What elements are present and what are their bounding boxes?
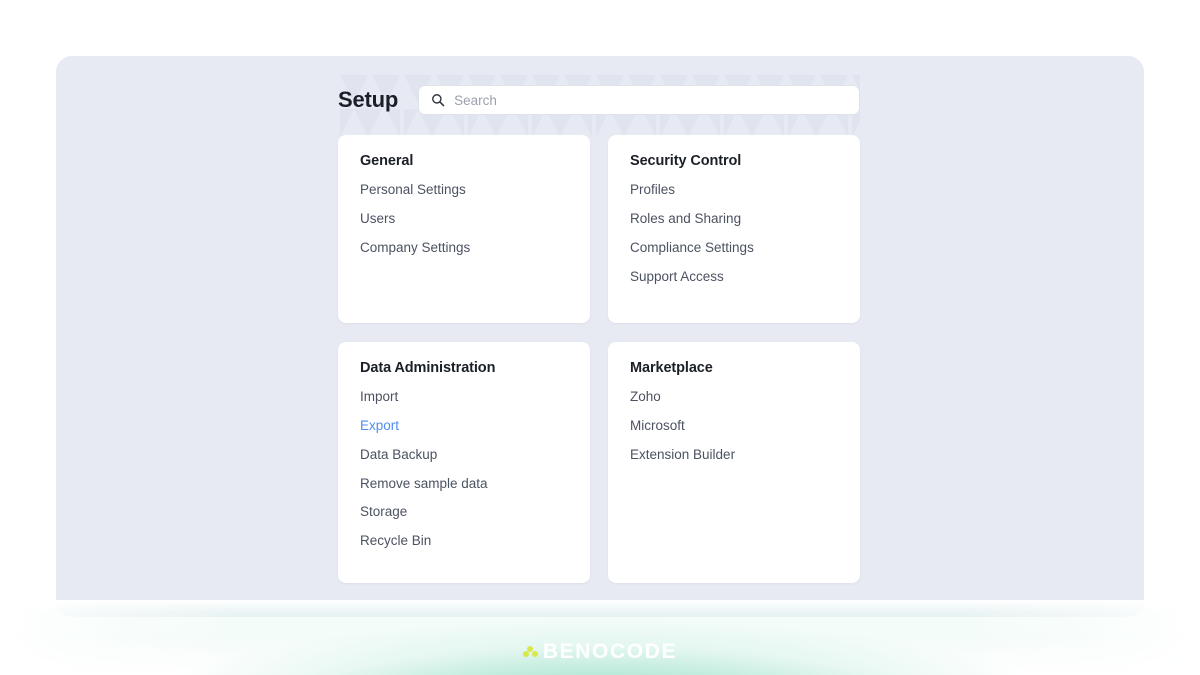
card-general: General Personal Settings Users Company … (338, 135, 590, 323)
search-box[interactable] (418, 85, 860, 115)
link-remove-sample-data[interactable]: Remove sample data (360, 476, 568, 492)
search-icon (432, 94, 445, 107)
link-export[interactable]: Export (360, 418, 568, 434)
link-compliance-settings[interactable]: Compliance Settings (630, 240, 838, 256)
card-security-control: Security Control Profiles Roles and Shar… (608, 135, 860, 323)
card-title: General (360, 153, 414, 169)
card-title: Marketplace (630, 360, 713, 376)
brand-logo: BENOCODE (0, 637, 1200, 665)
link-profiles[interactable]: Profiles (630, 182, 838, 198)
card-title: Security Control (630, 153, 742, 169)
link-zoho[interactable]: Zoho (630, 389, 838, 405)
link-data-backup[interactable]: Data Backup (360, 447, 568, 463)
setup-header: Setup (338, 56, 860, 115)
link-extension-builder[interactable]: Extension Builder (630, 447, 838, 463)
link-support-access[interactable]: Support Access (630, 269, 838, 285)
link-users[interactable]: Users (360, 211, 568, 227)
card-title: Data Administration (360, 360, 496, 376)
link-import[interactable]: Import (360, 389, 568, 405)
setup-card-grid: General Personal Settings Users Company … (338, 135, 860, 583)
search-input[interactable] (454, 92, 847, 108)
link-company-settings[interactable]: Company Settings (360, 240, 568, 256)
card-data-administration: Data Administration Import Export Data B… (338, 342, 590, 583)
brand-logo-text: BENOCODE (542, 639, 678, 663)
benocode-dots-icon (522, 645, 538, 660)
link-microsoft[interactable]: Microsoft (630, 418, 838, 434)
setup-content: Setup General Personal Settings Users Co… (338, 56, 860, 583)
link-personal-settings[interactable]: Personal Settings (360, 182, 568, 198)
card-marketplace: Marketplace Zoho Microsoft Extension Bui… (608, 342, 860, 583)
link-roles-and-sharing[interactable]: Roles and Sharing (630, 211, 838, 227)
link-storage[interactable]: Storage (360, 505, 568, 520)
link-recycle-bin[interactable]: Recycle Bin (360, 533, 568, 549)
page-title: Setup (338, 87, 399, 112)
setup-panel: Setup General Personal Settings Users Co… (56, 56, 1144, 617)
